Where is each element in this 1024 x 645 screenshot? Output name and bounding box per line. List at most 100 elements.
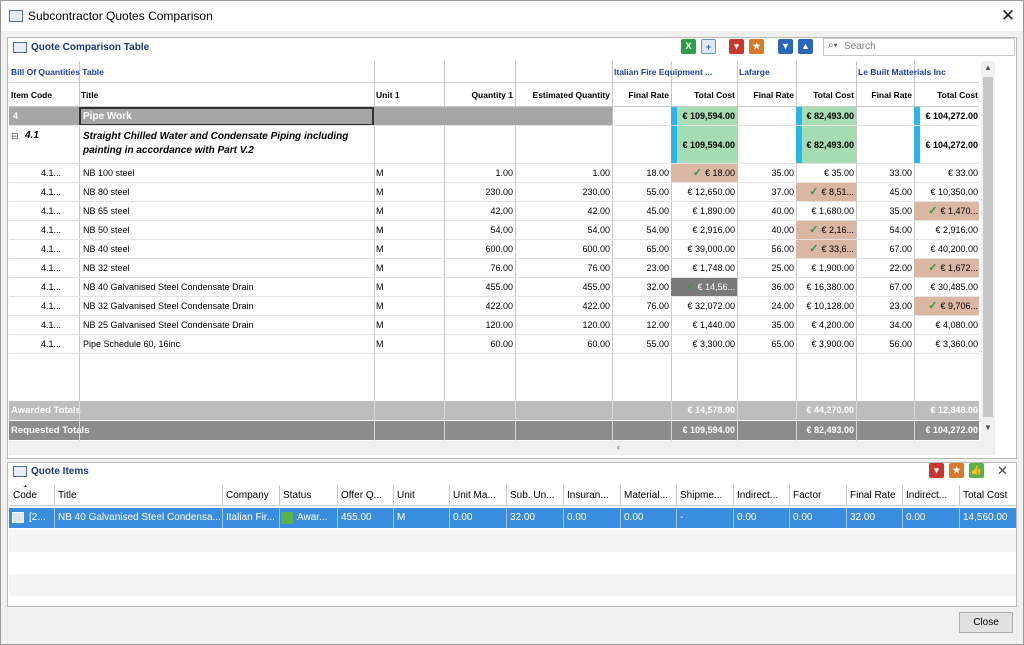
quote-column-header[interactable]: Unit Ma...	[451, 486, 506, 505]
item-code[interactable]: 4.1...	[39, 221, 79, 240]
award-icon[interactable]: ★	[749, 39, 764, 54]
item-title[interactable]: Pipe Work	[81, 107, 373, 126]
column-header-total-cost[interactable]: Total Cost	[671, 86, 737, 105]
quote-column-header[interactable]: Indirect...	[904, 486, 959, 505]
quote-column-header[interactable]: Title	[56, 486, 222, 505]
quote-item-cell[interactable]: 455.00	[339, 509, 393, 527]
item-title[interactable]: NB 32 Galvanised Steel Condensate Drain	[81, 297, 373, 316]
quote-item-cell[interactable]: 0.00	[791, 509, 846, 527]
column-header-final-rate[interactable]: Final Rate	[737, 86, 796, 105]
total-cost: € 3,900.00	[796, 335, 856, 354]
item-title[interactable]: NB 100 steel	[81, 164, 373, 183]
item-est: 120.00	[582, 320, 610, 330]
item-title[interactable]: NB 40 steel	[81, 240, 373, 259]
column-header-est[interactable]: Estimated Quantity	[515, 86, 612, 105]
quote-item-cell[interactable]: M	[395, 509, 449, 527]
item-title[interactable]: Pipe Schedule 60, 16inc	[81, 335, 373, 354]
search-input[interactable]: ⌕▾ Search	[823, 38, 1015, 56]
column-header-total-cost[interactable]: Total Cost	[796, 86, 856, 105]
reject-icon[interactable]: ▾	[729, 39, 744, 54]
item-code[interactable]: 4.1...	[39, 335, 79, 354]
total-cost-value: € 32,072.00	[687, 301, 735, 311]
item-code[interactable]: 4	[11, 107, 79, 126]
quote-column-header[interactable]: Unit	[395, 486, 449, 505]
item-est: 455.00	[582, 282, 610, 292]
close-window-icon[interactable]: ✕	[997, 5, 1019, 27]
close-button[interactable]: Close	[959, 612, 1013, 633]
quote-item-cell[interactable]: [2...	[27, 509, 54, 527]
quote-items-grid[interactable]: Code Title Company Status Offer Q... Unit Unit…	[9, 485, 1016, 605]
item-title[interactable]: NB 32 steel	[81, 259, 373, 278]
quote-column-header[interactable]: Code	[11, 486, 54, 505]
quote-item-cell[interactable]: 14,560.00	[961, 509, 1016, 527]
item-code[interactable]: 4.1...	[39, 164, 79, 183]
item-est: 1.00	[592, 168, 610, 178]
collapse-icon[interactable]: ⊟	[11, 131, 19, 142]
item-title[interactable]: NB 50 steel	[81, 221, 373, 240]
quote-item-cell[interactable]: -	[678, 509, 733, 527]
column-header-unit[interactable]: Unit 1	[374, 86, 444, 105]
item-title[interactable]: NB 80 steel	[81, 183, 373, 202]
column-header-total-cost[interactable]: Total Cost	[914, 86, 979, 105]
approve-item-icon[interactable]: 👍	[969, 463, 984, 478]
quote-item-cell[interactable]: 0.00	[622, 509, 676, 527]
item-code[interactable]: 4.1...	[39, 297, 79, 316]
column-header-final-rate[interactable]: Final Rate	[612, 86, 671, 105]
expand-icon[interactable]: +	[701, 39, 716, 54]
column-header-final-rate[interactable]: Final Rate	[856, 86, 914, 105]
vertical-scrollbar[interactable]: ▲ ▼	[981, 61, 995, 441]
reject-item-icon[interactable]: ▾	[929, 463, 944, 478]
total-cost: € 1,440.00	[671, 316, 737, 335]
quote-column-header[interactable]: Offer Q...	[339, 486, 393, 505]
quote-item-cell[interactable]: 32.00	[848, 509, 902, 527]
quote-item-cell[interactable]: Italian Fir...	[224, 509, 279, 527]
column-header-qty[interactable]: Quantity 1	[444, 86, 515, 105]
quote-item-cell[interactable]: Awar...	[295, 509, 337, 527]
quote-column-divider	[676, 485, 677, 506]
quote-column-header[interactable]: Status	[281, 486, 337, 505]
close-panel-icon[interactable]: ✕	[997, 463, 1008, 479]
item-code[interactable]: 4.1...	[39, 278, 79, 297]
item-title[interactable]: Straight Chilled Water and Condensate Pi…	[81, 126, 373, 164]
quote-item-cell[interactable]: 0.00	[735, 509, 789, 527]
quote-column-header[interactable]: Total Cost	[961, 486, 1016, 505]
comparison-grid[interactable]: Bill Of Quantities Table Italian Fire Equ…	[9, 61, 979, 441]
quote-item-cell[interactable]: NB 40 Galvanised Steel Condensa...	[56, 509, 222, 527]
quote-column-header[interactable]: Indirect...	[735, 486, 789, 505]
item-code[interactable]: 4.1	[23, 126, 79, 145]
item-title[interactable]: NB 65 steel	[81, 202, 373, 221]
column-header-item-code[interactable]: Item Code	[9, 86, 79, 105]
item-code[interactable]: 4.1...	[39, 183, 79, 202]
award-item-icon[interactable]: ★	[949, 463, 964, 478]
excel-export-icon[interactable]: X	[681, 39, 696, 54]
quote-item-cell[interactable]: 32.00	[508, 509, 563, 527]
final-rate: 35.00	[889, 206, 912, 216]
item-code[interactable]: 4.1...	[39, 240, 79, 259]
final-rate	[737, 126, 796, 145]
column-header-title[interactable]: Title	[79, 86, 374, 105]
quote-column-header[interactable]: Sub. Un...	[508, 486, 563, 505]
quote-column-header[interactable]: Insuran...	[565, 486, 620, 505]
move-down-icon[interactable]: ▼	[778, 39, 793, 54]
quote-column-header[interactable]: Shipme...	[678, 486, 733, 505]
quote-column-header[interactable]: Company	[224, 486, 279, 505]
final-rate: 55.00	[646, 187, 669, 197]
total-cost-value: € 8,51...	[821, 187, 854, 197]
total-cost: € 1,680.00	[796, 202, 856, 221]
item-code[interactable]: 4.1...	[39, 202, 79, 221]
quote-column-header[interactable]: Factor	[791, 486, 846, 505]
total-cost-value: € 3,360.00	[935, 339, 978, 349]
item-code[interactable]: 4.1...	[39, 316, 79, 335]
final-rate: 54.00	[889, 225, 912, 235]
quote-item-cell[interactable]: 0.00	[565, 509, 620, 527]
horizontal-scrollbar[interactable]: ‹	[9, 441, 995, 455]
item-title[interactable]: NB 40 Galvanised Steel Condensate Drain	[81, 278, 373, 297]
move-up-icon[interactable]: ▲	[798, 39, 813, 54]
item-code[interactable]: 4.1...	[39, 259, 79, 278]
quote-column-header[interactable]: Material...	[622, 486, 676, 505]
totals-value: € 104,272.00	[925, 425, 978, 435]
quote-item-cell[interactable]: 0.00	[451, 509, 506, 527]
quote-item-cell[interactable]: 0.00	[904, 509, 959, 527]
quote-column-header[interactable]: Final Rate	[848, 486, 902, 505]
item-title[interactable]: NB 25 Galvanised Steel Condensate Drain	[81, 316, 373, 335]
